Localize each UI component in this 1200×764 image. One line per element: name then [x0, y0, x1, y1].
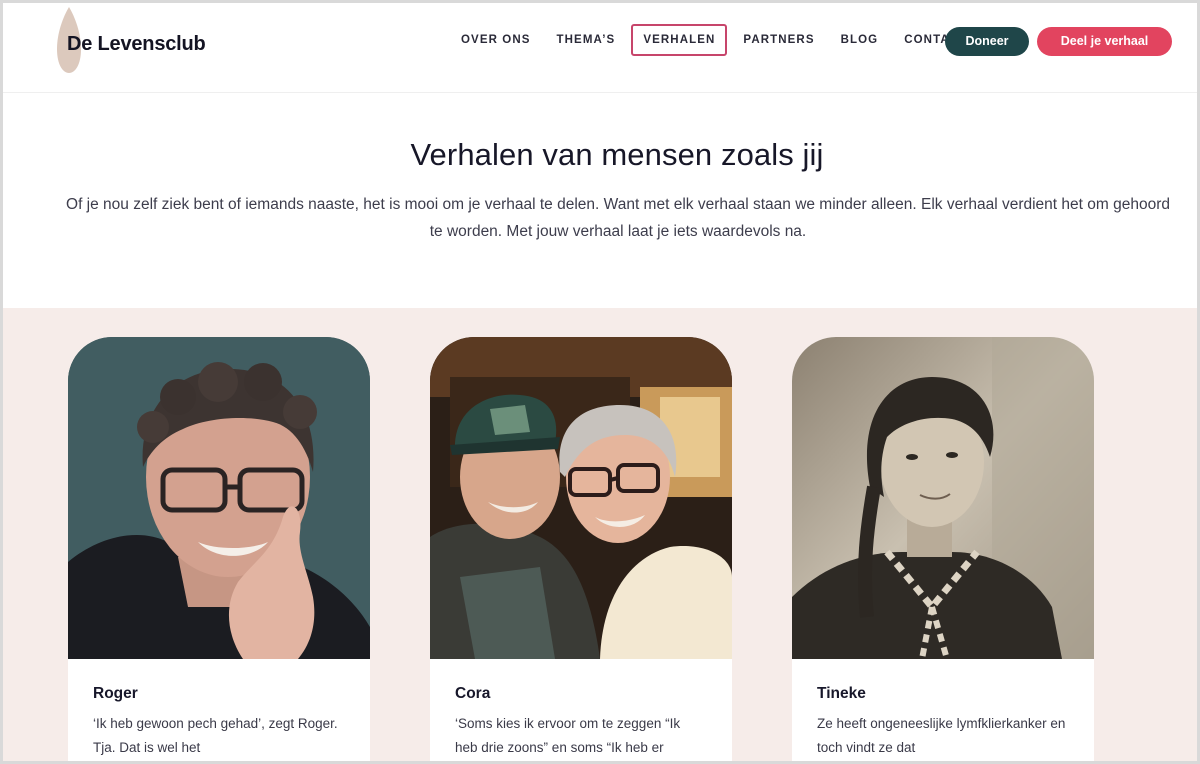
- story-photo-cora[interactable]: [430, 337, 732, 659]
- site-header: De Levensclub OVER ONS THEMA’S VERHALEN …: [3, 3, 1197, 93]
- nav-item-verhalen[interactable]: VERHALEN: [631, 24, 728, 56]
- story-excerpt: ‘Soms kies ik ervoor om te zeggen “Ik he…: [455, 716, 681, 755]
- story-photo-tineke[interactable]: [792, 337, 1094, 659]
- story-name[interactable]: Cora: [455, 685, 490, 703]
- browser-frame: De Levensclub OVER ONS THEMA’S VERHALEN …: [0, 0, 1200, 764]
- intro-text: Of je nou zelf ziek bent of iemands naas…: [66, 196, 1170, 240]
- story-card-cora[interactable]: Cora ‘Soms kies ik ervoor om te zeggen “…: [430, 337, 732, 761]
- story-card-roger[interactable]: Roger ‘Ik heb gewoon pech gehad’, zegt R…: [68, 337, 370, 761]
- stories-section: Roger ‘Ik heb gewoon pech gehad’, zegt R…: [3, 308, 1197, 761]
- story-photo-roger[interactable]: [68, 337, 370, 659]
- story-name[interactable]: Tineke: [817, 685, 866, 703]
- logo-text: De Levensclub: [67, 33, 206, 55]
- main-nav: OVER ONS THEMA’S VERHALEN PARTNERS BLOG …: [451, 23, 983, 57]
- donate-button[interactable]: Doneer: [945, 27, 1029, 56]
- nav-item-themas[interactable]: THEMA’S: [547, 24, 626, 56]
- logo[interactable]: De Levensclub: [55, 7, 225, 73]
- nav-item-blog[interactable]: BLOG: [831, 24, 889, 56]
- page-title: Verhalen van mensen zoals jij: [410, 137, 824, 172]
- story-excerpt: ‘Ik heb gewoon pech gehad’, zegt Roger. …: [93, 716, 338, 755]
- nav-item-over-ons[interactable]: OVER ONS: [451, 24, 541, 56]
- story-name[interactable]: Roger: [93, 685, 138, 703]
- nav-item-partners[interactable]: PARTNERS: [733, 24, 824, 56]
- story-excerpt: Ze heeft ongeneeslijke lymfklierkanker e…: [817, 716, 1066, 755]
- story-card-tineke[interactable]: Tineke Ze heeft ongeneeslijke lymfklierk…: [792, 337, 1094, 761]
- share-story-button[interactable]: Deel je verhaal: [1037, 27, 1172, 56]
